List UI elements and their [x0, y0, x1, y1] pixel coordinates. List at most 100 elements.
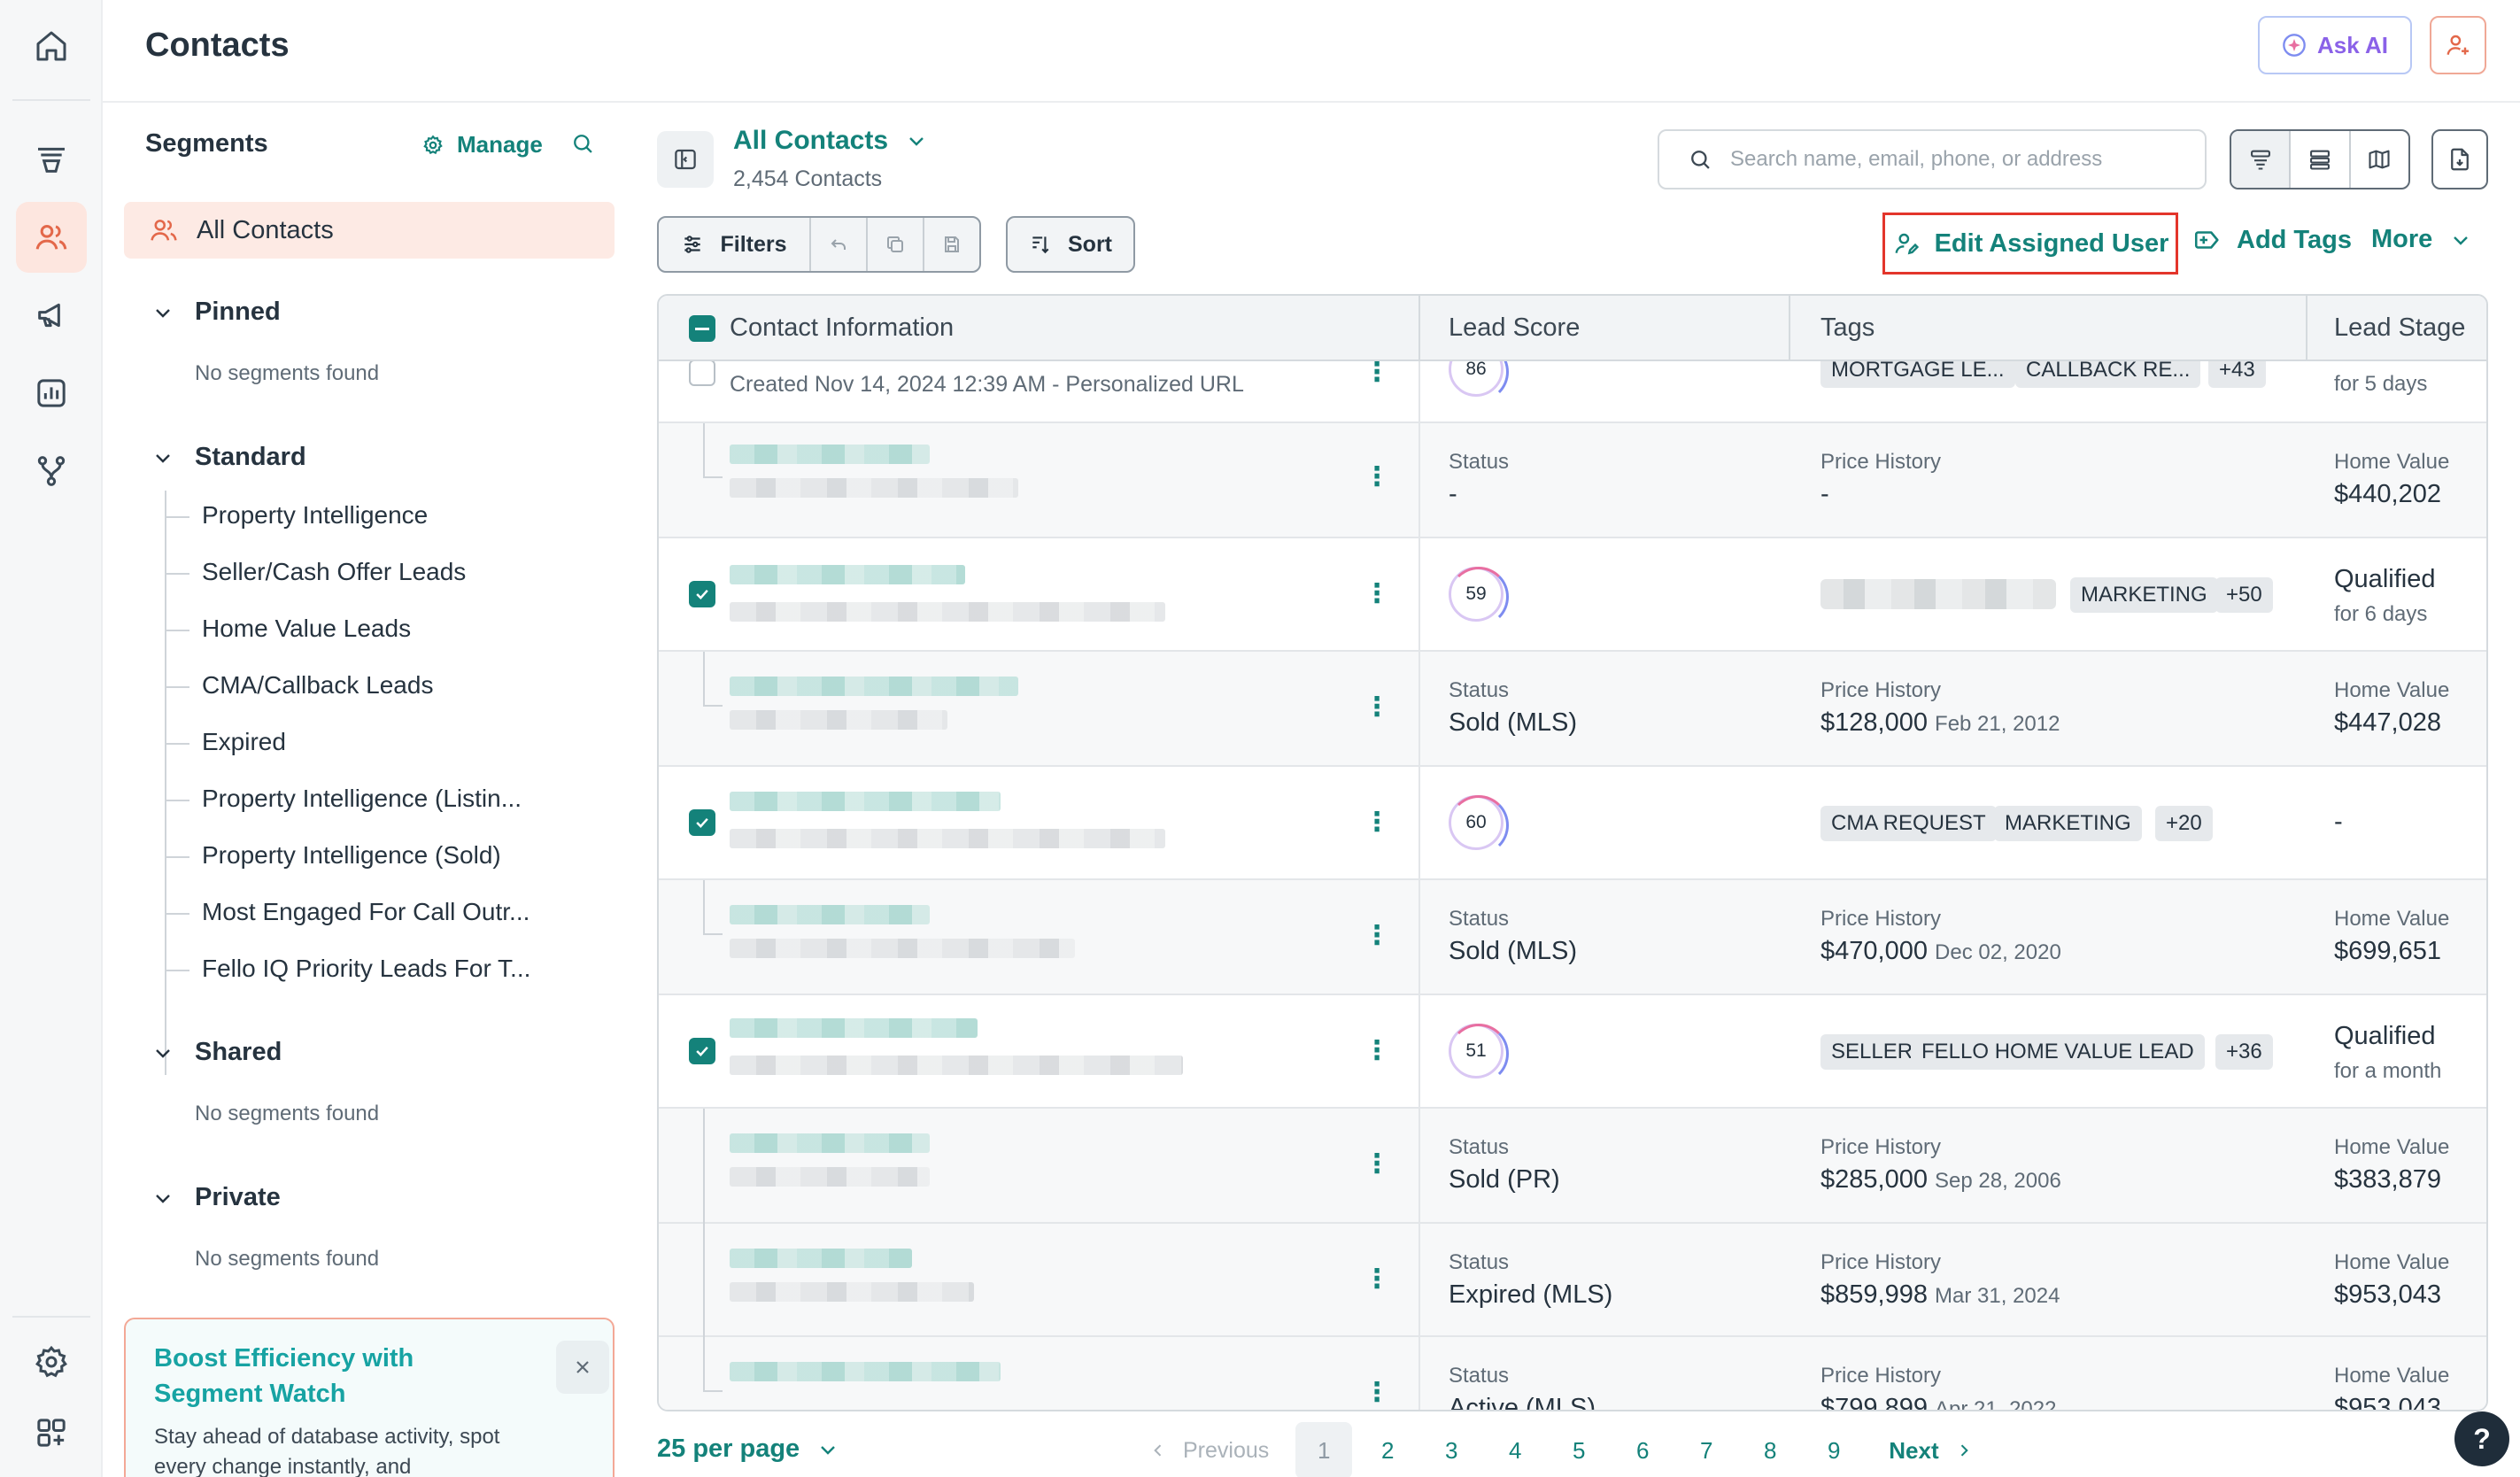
status-value: Expired (MLS): [1449, 1280, 1613, 1309]
price-history-label: Price History: [1820, 1135, 1942, 1159]
row-menu-icon[interactable]: ⋮: [1364, 1038, 1390, 1064]
megaphone-icon[interactable]: [16, 280, 87, 351]
table-row[interactable]: ⋮ 60 CMA REQUEST MARKETING +20 -: [659, 767, 2486, 880]
previous-page-button[interactable]: Previous: [1149, 1438, 1269, 1464]
lead-score-ring: 60: [1449, 795, 1509, 855]
map-view-icon[interactable]: [2348, 131, 2408, 188]
property-row[interactable]: ⋮ Status Active (MLS) Price History $799…: [659, 1337, 2486, 1410]
select-all-checkbox[interactable]: [689, 315, 715, 342]
row-menu-icon[interactable]: ⋮: [1364, 809, 1390, 836]
view-selector[interactable]: All Contacts: [733, 126, 927, 156]
apps-icon[interactable]: [16, 1397, 87, 1468]
property-row[interactable]: ⋮ Status Sold (MLS) Price History $128,0…: [659, 652, 2486, 767]
per-page-select[interactable]: 25 per page: [657, 1434, 839, 1464]
home-icon[interactable]: [16, 11, 87, 81]
property-row[interactable]: ⋮ Status - Price History - Home Value $4…: [659, 423, 2486, 538]
column-header-lead-stage[interactable]: Lead Stage: [2334, 313, 2465, 343]
row-menu-icon[interactable]: ⋮: [1364, 464, 1390, 491]
page-button[interactable]: 9: [1805, 1422, 1862, 1477]
group-shared[interactable]: Shared: [152, 1038, 282, 1067]
table-row[interactable]: ⋮ 51 SELLER FELLO HOME VALUE LEAD +36 Qu…: [659, 995, 2486, 1109]
price-history-label: Price History: [1820, 450, 1942, 474]
column-header-contact[interactable]: Contact Information: [730, 313, 954, 343]
shared-empty-note: No segments found: [195, 1102, 380, 1125]
funnel-icon[interactable]: [16, 124, 87, 195]
redacted-text: [730, 1282, 974, 1302]
segment-item[interactable]: Property Intelligence (Sold): [202, 841, 501, 870]
table-row[interactable]: ⋮ 59 MARKETING +50 Qualified for 6 days: [659, 538, 2486, 652]
row-menu-icon[interactable]: ⋮: [1364, 1151, 1390, 1178]
group-private[interactable]: Private: [152, 1183, 281, 1212]
page-button[interactable]: 5: [1550, 1422, 1607, 1477]
close-icon[interactable]: [556, 1341, 609, 1394]
page-button[interactable]: 3: [1423, 1422, 1480, 1477]
table-row[interactable]: Created Nov 14, 2024 12:39 AM - Personal…: [659, 342, 2486, 423]
row-menu-icon[interactable]: ⋮: [1364, 581, 1390, 607]
contact-count: 2,454 Contacts: [733, 166, 883, 191]
lead-score-ring: 51: [1449, 1024, 1509, 1084]
tag-chip: FELLO HOME VALUE LEAD: [1911, 1034, 2205, 1070]
more-actions-dropdown[interactable]: More: [2371, 225, 2471, 254]
filters-button[interactable]: Filters: [659, 218, 809, 271]
manage-segments-button[interactable]: Manage: [421, 131, 543, 159]
group-pinned[interactable]: Pinned: [152, 298, 281, 327]
row-menu-icon[interactable]: ⋮: [1364, 1380, 1390, 1406]
undo-icon[interactable]: [809, 218, 866, 271]
search-segments-icon[interactable]: [570, 131, 595, 156]
export-icon[interactable]: [2431, 129, 2488, 189]
home-value-label: Home Value: [2334, 907, 2450, 931]
segment-item[interactable]: Home Value Leads: [202, 615, 411, 643]
page-button[interactable]: 8: [1742, 1422, 1798, 1477]
page-button[interactable]: 1: [1295, 1422, 1353, 1477]
chevron-right-icon: [1960, 1444, 1968, 1457]
stage-duration: for 6 days: [2334, 602, 2428, 626]
contacts-table: Contact Information Lead Score Tags Lead…: [657, 294, 2488, 1411]
segment-all-contacts[interactable]: All Contacts: [124, 202, 615, 259]
help-button[interactable]: ?: [2454, 1411, 2509, 1466]
list-view-icon[interactable]: [2289, 131, 2348, 188]
add-contact-button[interactable]: [2430, 16, 2486, 74]
save-icon[interactable]: [923, 218, 979, 271]
page-button[interactable]: 7: [1678, 1422, 1735, 1477]
column-header-tags[interactable]: Tags: [1820, 313, 1875, 343]
row-menu-icon[interactable]: ⋮: [1364, 1266, 1390, 1293]
property-row[interactable]: ⋮ Status Expired (MLS) Price History $85…: [659, 1224, 2486, 1337]
lead-score-ring: 59: [1449, 567, 1509, 627]
contacts-icon[interactable]: [16, 202, 87, 273]
duplicate-icon[interactable]: [866, 218, 923, 271]
property-row[interactable]: ⋮ Status Sold (PR) Price History $285,00…: [659, 1109, 2486, 1224]
column-header-lead-score[interactable]: Lead Score: [1449, 313, 1580, 343]
segment-item[interactable]: Most Engaged For Call Outr...: [202, 898, 530, 926]
row-menu-icon[interactable]: ⋮: [1364, 694, 1390, 721]
segment-item[interactable]: CMA/Callback Leads: [202, 671, 433, 700]
row-checkbox[interactable]: [689, 581, 715, 607]
workflow-icon[interactable]: [16, 436, 87, 507]
segment-item[interactable]: Property Intelligence: [202, 501, 428, 530]
reports-icon[interactable]: [16, 358, 87, 429]
edit-assigned-user-button[interactable]: Edit Assigned User: [1882, 213, 2178, 275]
page-button[interactable]: 4: [1487, 1422, 1543, 1477]
segment-item[interactable]: Property Intelligence (Listin...: [202, 785, 522, 813]
settings-icon[interactable]: [16, 1326, 87, 1397]
segment-item[interactable]: Expired: [202, 728, 286, 756]
contact-search-input[interactable]: Search name, email, phone, or address: [1658, 129, 2207, 189]
row-checkbox[interactable]: [689, 809, 715, 836]
add-tags-button[interactable]: Add Tags: [2192, 225, 2352, 255]
chevron-left-icon: [1154, 1444, 1162, 1457]
property-row[interactable]: ⋮ Status Sold (MLS) Price History $470,0…: [659, 880, 2486, 995]
ask-ai-button[interactable]: Ask AI: [2258, 16, 2412, 74]
row-checkbox[interactable]: [689, 1038, 715, 1064]
panel-toggle-icon[interactable]: [657, 131, 714, 188]
page-button[interactable]: 2: [1359, 1422, 1416, 1477]
pipeline-view-icon[interactable]: [2231, 131, 2290, 188]
next-page-button[interactable]: Next: [1889, 1437, 1972, 1465]
table-header: Contact Information Lead Score Tags Lead…: [659, 296, 2486, 361]
segment-item[interactable]: Fello IQ Priority Leads For T...: [202, 955, 530, 983]
row-menu-icon[interactable]: ⋮: [1364, 360, 1390, 386]
sort-button[interactable]: Sort: [1006, 216, 1135, 273]
page-button[interactable]: 6: [1614, 1422, 1671, 1477]
row-checkbox[interactable]: [689, 360, 715, 386]
segment-item[interactable]: Seller/Cash Offer Leads: [202, 558, 466, 586]
row-menu-icon[interactable]: ⋮: [1364, 923, 1390, 949]
group-standard[interactable]: Standard: [152, 443, 306, 472]
